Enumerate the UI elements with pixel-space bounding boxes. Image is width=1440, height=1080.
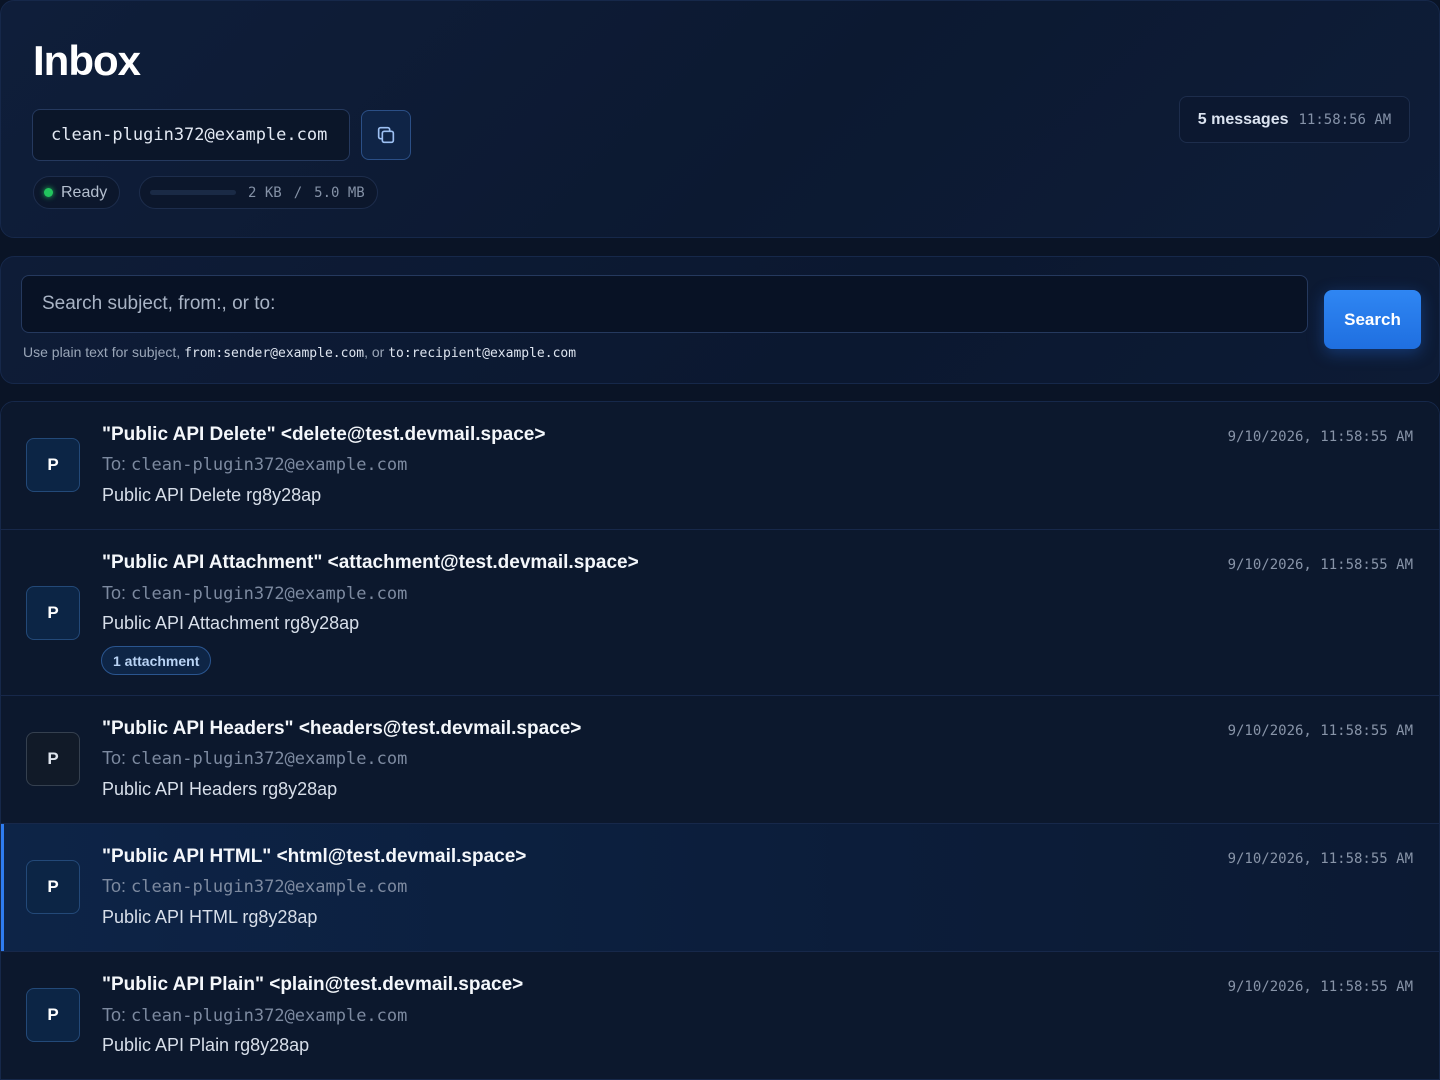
search-hint-from-example: from:sender@example.com bbox=[184, 346, 365, 361]
sender-avatar: P bbox=[26, 732, 80, 786]
sender-avatar: P bbox=[26, 438, 80, 492]
message-timestamp: 9/10/2026, 11:58:55 AM bbox=[1227, 429, 1413, 445]
inbox-address: clean-plugin372@example.com bbox=[51, 125, 328, 145]
recipient-address: clean-plugin372@example.com bbox=[131, 877, 408, 897]
search-hint: Use plain text for subject, from:sender@… bbox=[23, 344, 576, 361]
status-text: Ready bbox=[61, 183, 108, 201]
storage-total: 5.0 MB bbox=[314, 184, 365, 201]
to-label: To: bbox=[102, 1005, 127, 1025]
inbox-header: Inbox clean-plugin372@example.com Ready … bbox=[0, 0, 1440, 238]
recipient-address: clean-plugin372@example.com bbox=[131, 455, 408, 475]
message-subject: Public API Headers rg8y28ap bbox=[102, 779, 338, 799]
recipient-address: clean-plugin372@example.com bbox=[131, 1006, 408, 1026]
message-count-badge: 5 messages 11:58:56 AM bbox=[1179, 96, 1410, 143]
message-row[interactable]: P "Public API Plain" <plain@test.devmail… bbox=[1, 952, 1439, 1079]
to-label: To: bbox=[102, 876, 127, 896]
message-count: 5 messages bbox=[1197, 110, 1289, 128]
copy-address-button[interactable] bbox=[361, 110, 411, 160]
status-badge: Ready bbox=[33, 176, 121, 209]
message-recipient: To: clean-plugin372@example.com bbox=[102, 454, 407, 475]
recipient-address: clean-plugin372@example.com bbox=[131, 584, 408, 604]
storage-separator: / bbox=[293, 184, 303, 201]
attachment-badge: 1 attachment bbox=[101, 646, 212, 675]
message-row-selected[interactable]: P "Public API HTML" <html@test.devmail.s… bbox=[1, 824, 1439, 952]
message-timestamp: 9/10/2026, 11:58:55 AM bbox=[1227, 851, 1413, 867]
message-recipient: To: clean-plugin372@example.com bbox=[102, 1005, 407, 1026]
message-sender: "Public API HTML" <html@test.devmail.spa… bbox=[102, 846, 527, 867]
sender-avatar: P bbox=[26, 988, 80, 1042]
message-row[interactable]: P "Public API Attachment" <attachment@te… bbox=[1, 530, 1439, 696]
search-hint-prefix: Use plain text for subject, bbox=[23, 344, 181, 360]
message-sender: "Public API Headers" <headers@test.devma… bbox=[102, 718, 582, 739]
sender-avatar: P bbox=[26, 860, 80, 914]
message-recipient: To: clean-plugin372@example.com bbox=[102, 876, 407, 897]
message-recipient: To: clean-plugin372@example.com bbox=[102, 583, 407, 604]
storage-usage: 2 KB / 5.0 MB bbox=[139, 176, 378, 209]
inbox-address-field[interactable]: clean-plugin372@example.com bbox=[32, 109, 350, 161]
search-panel: Search Use plain text for subject, from:… bbox=[0, 256, 1440, 384]
storage-progress-bar bbox=[150, 190, 236, 195]
search-input[interactable] bbox=[21, 275, 1308, 333]
message-subject: Public API Attachment rg8y28ap bbox=[102, 613, 360, 633]
recipient-address: clean-plugin372@example.com bbox=[131, 749, 408, 769]
page-title: Inbox bbox=[33, 37, 141, 84]
message-list: P "Public API Delete" <delete@test.devma… bbox=[0, 401, 1440, 1080]
message-sender: "Public API Plain" <plain@test.devmail.s… bbox=[102, 974, 524, 995]
to-label: To: bbox=[102, 583, 127, 603]
search-hint-to-example: to:recipient@example.com bbox=[388, 346, 577, 361]
copy-icon bbox=[377, 126, 395, 144]
selected-row-indicator bbox=[1, 824, 4, 951]
status-dot-icon bbox=[44, 188, 53, 197]
sender-avatar: P bbox=[26, 586, 80, 640]
message-row[interactable]: P "Public API Delete" <delete@test.devma… bbox=[1, 402, 1439, 530]
message-timestamp: 9/10/2026, 11:58:55 AM bbox=[1227, 979, 1413, 995]
message-sender: "Public API Delete" <delete@test.devmail… bbox=[102, 424, 546, 445]
message-subject: Public API Plain rg8y28ap bbox=[102, 1035, 310, 1055]
to-label: To: bbox=[102, 454, 127, 474]
message-row[interactable]: P "Public API Headers" <headers@test.dev… bbox=[1, 696, 1439, 824]
message-timestamp: 9/10/2026, 11:58:55 AM bbox=[1227, 723, 1413, 739]
message-subject: Public API Delete rg8y28ap bbox=[102, 485, 322, 505]
message-recipient: To: clean-plugin372@example.com bbox=[102, 748, 407, 769]
message-subject: Public API HTML rg8y28ap bbox=[102, 907, 318, 927]
storage-used: 2 KB bbox=[248, 184, 282, 201]
last-updated-time: 11:58:56 AM bbox=[1298, 111, 1392, 128]
message-sender: "Public API Attachment" <attachment@test… bbox=[102, 552, 639, 573]
to-label: To: bbox=[102, 748, 127, 768]
search-hint-or: , or bbox=[364, 344, 385, 360]
message-timestamp: 9/10/2026, 11:58:55 AM bbox=[1227, 557, 1413, 573]
search-button[interactable]: Search bbox=[1324, 290, 1421, 349]
